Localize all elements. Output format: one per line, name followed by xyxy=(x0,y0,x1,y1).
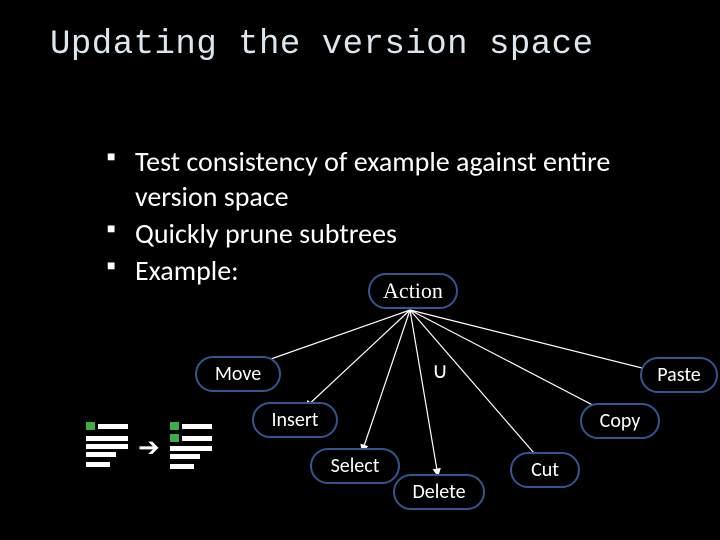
transform-arrow-icon: ➔ xyxy=(138,434,160,460)
node-cut: Cut xyxy=(510,452,580,488)
node-label: Delete xyxy=(412,480,465,504)
node-copy: Copy xyxy=(580,403,660,439)
db-after-icon xyxy=(166,418,216,474)
node-label: Move xyxy=(215,362,261,386)
node-label: Copy xyxy=(600,409,641,433)
bullet-item: Test consistency of example against enti… xyxy=(135,144,695,214)
node-label: Insert xyxy=(272,408,319,432)
node-label: Action xyxy=(383,278,443,304)
node-move: Move xyxy=(195,356,281,392)
node-label: Select xyxy=(331,454,380,478)
slide: Updating the version space Test consiste… xyxy=(0,0,720,540)
node-insert: Insert xyxy=(252,402,338,438)
node-action: Action xyxy=(368,273,458,309)
node-label: Cut xyxy=(531,458,559,482)
node-label: Paste xyxy=(657,363,701,387)
slide-title: Updating the version space xyxy=(50,26,594,64)
node-delete: Delete xyxy=(393,474,485,510)
node-paste: Paste xyxy=(640,357,718,393)
db-before-icon xyxy=(82,418,132,474)
node-select: Select xyxy=(310,448,400,484)
union-symbol: ∪ xyxy=(432,358,448,384)
bullet-item: Quickly prune subtrees xyxy=(135,216,695,251)
bullet-list: Test consistency of example against enti… xyxy=(95,144,695,290)
